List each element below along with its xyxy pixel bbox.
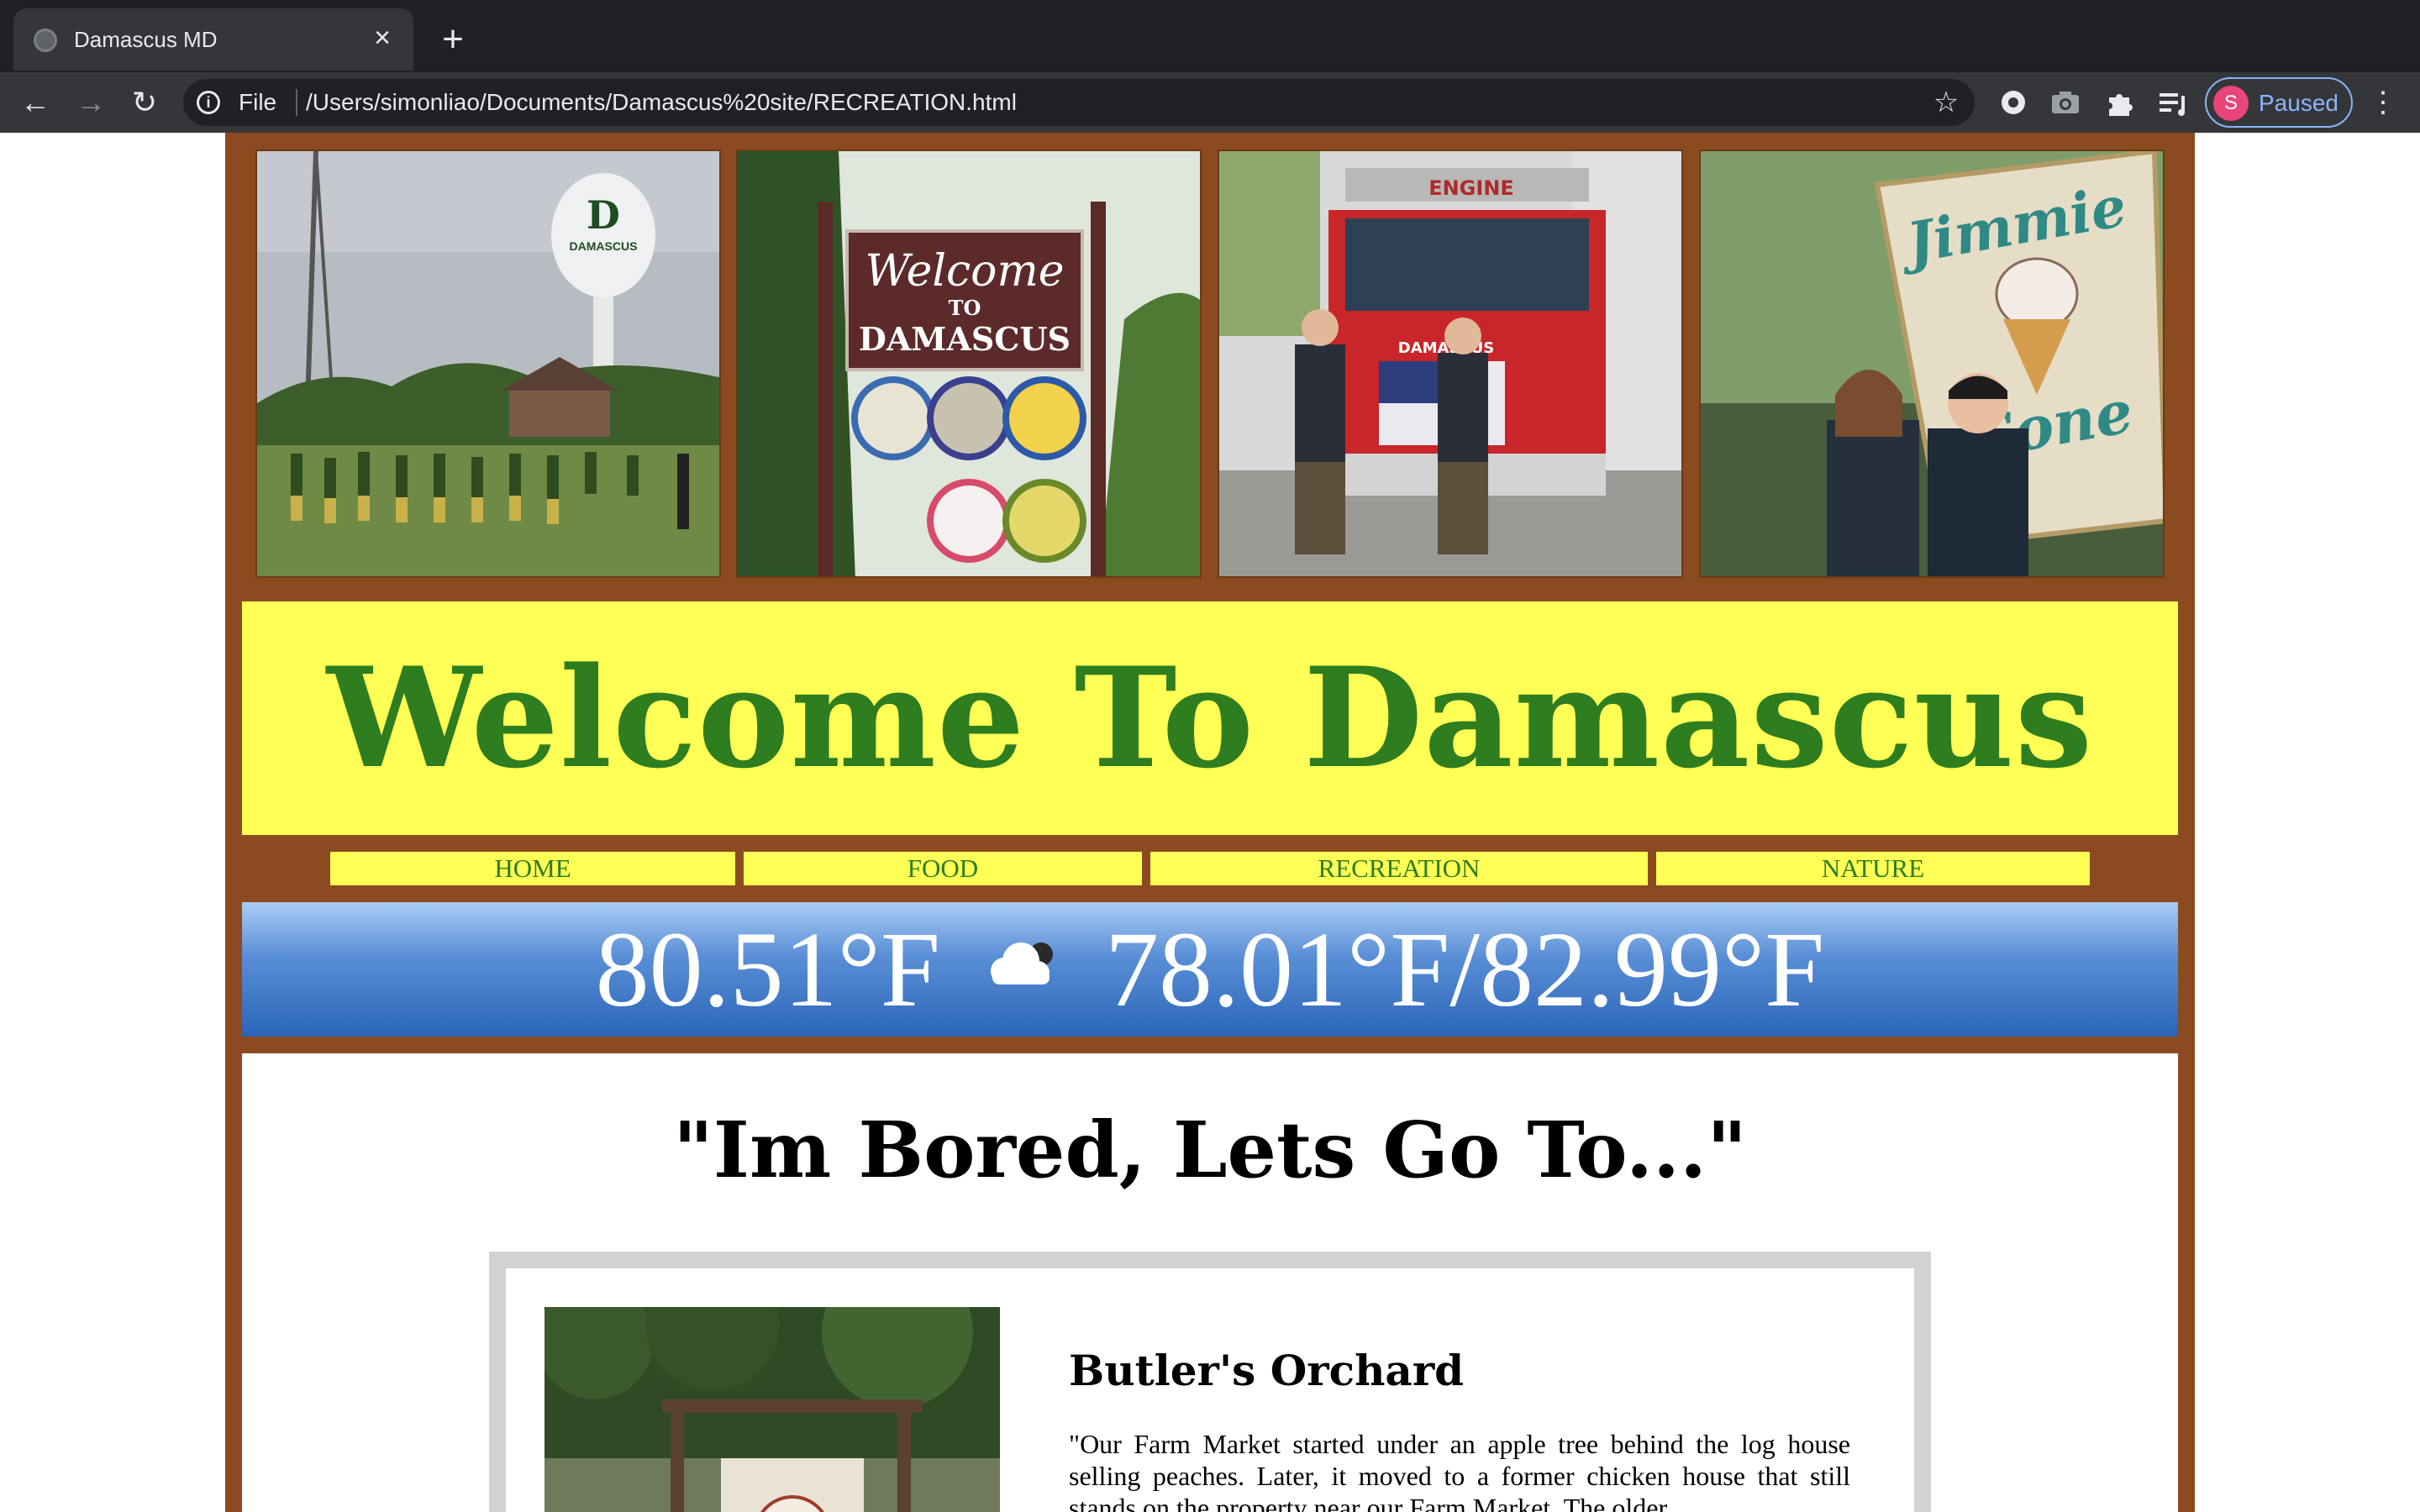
reading-list-icon[interactable] (2156, 86, 2190, 119)
url-separator (296, 89, 297, 116)
sign-welcome-text: Welcome (865, 246, 1064, 297)
page-title: Welcome To Damascus (326, 637, 2094, 799)
web-page: D DAMASCUS Welcome TO DAMASCUS ENGINE DA… (0, 133, 2420, 1512)
nav-nature[interactable]: NATURE (1656, 852, 2090, 885)
water-tower-label: DAMASCUS (570, 239, 638, 253)
address-bar[interactable]: i File /Users/simonliao/Documents/Damasc… (183, 79, 1975, 126)
avatar: S (2213, 86, 2249, 121)
browser-tabstrip: Damascus MD × + (0, 0, 2420, 72)
new-tab-button[interactable]: + (434, 20, 472, 59)
camera-icon[interactable] (2049, 86, 2082, 119)
sign-to-text: TO (949, 296, 981, 320)
reload-icon[interactable]: ↻ (124, 82, 165, 123)
globe-icon (34, 29, 57, 52)
jimmie-cone-photo: Jimmie Cone (1699, 150, 2165, 578)
main-content: "Im Bored, Lets Go To..." Butler's Orcha… (242, 1053, 2178, 1512)
weather-bar: 80.51°F 78.01°F/82.99°F (242, 902, 2178, 1037)
star-icon[interactable]: ☆ (1929, 86, 1963, 119)
cloud-icon (982, 902, 1063, 1037)
attraction-title: Butler's Orchard (1069, 1346, 1465, 1395)
svg-text:D: D (587, 192, 620, 238)
section-heading: "Im Bored, Lets Go To..." (672, 1105, 1748, 1195)
nav-food[interactable]: FOOD (744, 852, 1142, 885)
nav-recreation[interactable]: RECREATION (1150, 852, 1648, 885)
attraction-description: "Our Farm Market started under an apple … (1069, 1429, 1850, 1512)
temperature-range: 78.01°F/82.99°F (1105, 910, 1825, 1029)
site-title-banner: Welcome To Damascus (242, 601, 2178, 835)
browser-tab[interactable]: Damascus MD × (13, 8, 413, 71)
close-tab-icon[interactable]: × (366, 22, 398, 54)
page-frame: D DAMASCUS Welcome TO DAMASCUS ENGINE DA… (225, 133, 2195, 1512)
welcome-sign-photo: Welcome TO DAMASCUS (736, 150, 1202, 578)
puzzle-icon[interactable] (2102, 86, 2136, 119)
attraction-card: Butler's Orchard "Our Farm Market starte… (489, 1252, 1931, 1512)
nav-home[interactable]: HOME (330, 852, 735, 885)
browser-toolbar: ← → ↻ i File /Users/simonliao/Documents/… (0, 72, 2420, 133)
profile-button[interactable]: S Paused (2205, 77, 2353, 128)
extension-round-icon[interactable] (1996, 86, 2030, 119)
url-text[interactable]: /Users/simonliao/Documents/Damascus%20si… (306, 89, 1017, 116)
info-icon[interactable]: i (197, 91, 220, 114)
fire-engine-photo: ENGINE DAMASCUS (1218, 150, 1683, 578)
kebab-menu-icon[interactable]: ⋮ (2366, 82, 2400, 123)
butlers-orchard-photo (544, 1307, 1000, 1512)
back-arrow-icon[interactable]: ← (15, 82, 55, 123)
forward-arrow-icon[interactable]: → (71, 82, 111, 123)
current-temperature: 80.51°F (595, 910, 941, 1029)
tab-title: Damascus MD (74, 27, 218, 52)
url-scheme: File (239, 89, 277, 115)
profile-status: Paused (2259, 90, 2338, 116)
sign-damascus-text: DAMASCUS (859, 320, 1071, 358)
fire-engine-label: ENGINE (1428, 176, 1514, 200)
water-tower-football-photo: D DAMASCUS (255, 150, 721, 578)
